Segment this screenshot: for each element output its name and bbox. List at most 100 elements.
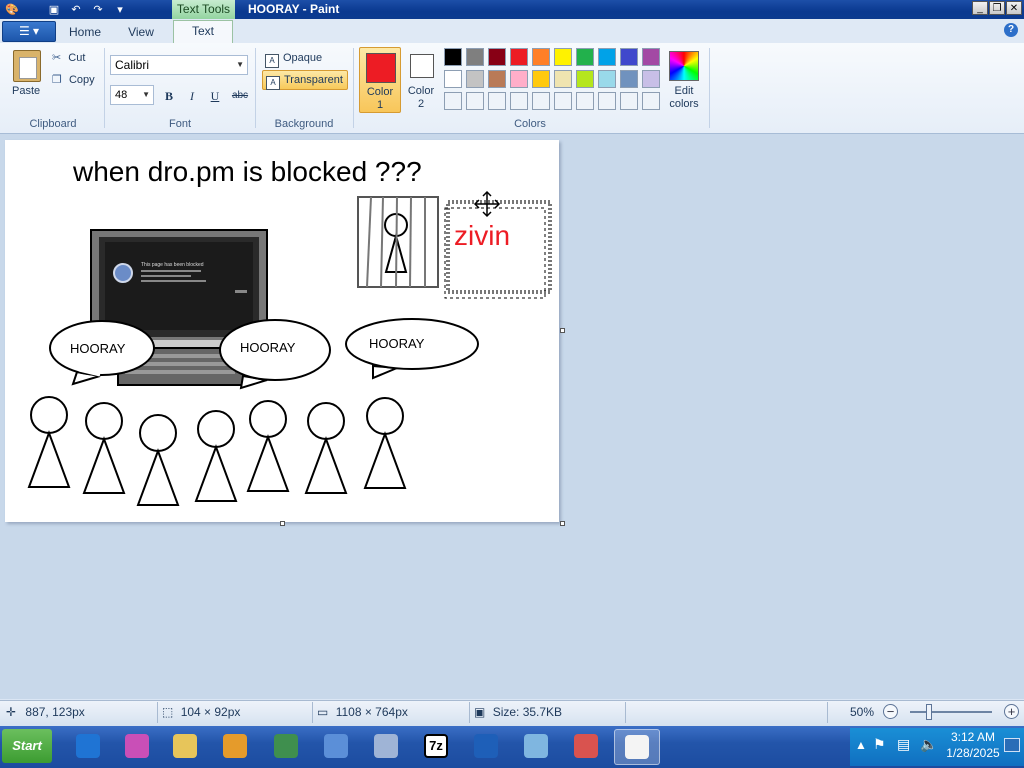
volume-muted-icon[interactable]: 🔈 (920, 736, 937, 753)
palette-empty-swatch[interactable] (642, 92, 660, 110)
cut-button[interactable]: ✂ Cut (52, 51, 85, 64)
palette-color-swatch[interactable] (466, 70, 484, 88)
window-controls: _ ❐ ✕ (972, 1, 1022, 15)
flag-icon[interactable]: ⚑ (873, 736, 886, 753)
clock-date[interactable]: 1/28/2025 (944, 746, 1002, 760)
font-size-dropdown[interactable]: 48 ▼ (110, 85, 154, 105)
palette-empty-swatch[interactable] (466, 92, 484, 110)
taskbar-button[interactable] (264, 729, 308, 763)
paste-icon[interactable] (13, 50, 41, 82)
palette-color-swatch[interactable] (532, 70, 550, 88)
help-icon[interactable]: ? (1004, 23, 1018, 37)
drawing-canvas[interactable]: when dro.pm is blocked ??? This page has… (5, 140, 565, 526)
network-icon[interactable]: ▤ (897, 736, 910, 753)
palette-empty-swatch[interactable] (576, 92, 594, 110)
minimize-button[interactable]: _ (972, 1, 988, 15)
palette-empty-swatch[interactable] (488, 92, 506, 110)
palette-color-swatch[interactable] (620, 48, 638, 66)
edit-colors-icon[interactable] (669, 51, 699, 81)
tab-view[interactable]: View (115, 22, 167, 43)
clipboard-group-label: Clipboard (29, 118, 77, 130)
palette-color-swatch[interactable] (554, 48, 572, 66)
palette-empty-swatch[interactable] (510, 92, 528, 110)
palette-color-swatch[interactable] (642, 48, 660, 66)
palette-empty-swatch[interactable] (532, 92, 550, 110)
taskbar-button[interactable] (115, 729, 159, 763)
palette-empty-swatch[interactable] (620, 92, 638, 110)
save-icon: ▣ (474, 705, 486, 719)
palette-color-swatch[interactable] (444, 70, 462, 88)
font-size-value: 48 (115, 89, 128, 101)
palette-color-swatch[interactable] (598, 48, 616, 66)
zoom-in-button[interactable]: + (1004, 704, 1019, 719)
palette-color-swatch[interactable] (532, 48, 550, 66)
save-icon[interactable]: ▣ (44, 2, 64, 18)
palette-color-swatch[interactable] (554, 70, 572, 88)
qat-dropdown-icon[interactable]: ▾ (110, 2, 130, 18)
resize-handle-bottom[interactable] (280, 521, 285, 526)
speech-bubble-3: HOORAY (345, 318, 479, 380)
resize-handle-corner[interactable] (560, 521, 565, 526)
palette-color-swatch[interactable] (466, 48, 484, 66)
strikethrough-button[interactable]: abc (227, 85, 253, 105)
palette-color-swatch[interactable] (510, 70, 528, 88)
undo-icon[interactable]: ↶ (66, 2, 86, 18)
paint-menu-button[interactable]: ☰ ▾ (2, 21, 56, 42)
zoom-out-button[interactable]: − (883, 704, 898, 719)
palette-color-swatch[interactable] (510, 48, 528, 66)
taskbar-button[interactable] (514, 729, 558, 763)
tab-home[interactable]: Home (60, 22, 110, 43)
close-button[interactable]: ✕ (1006, 1, 1022, 15)
taskbar-button[interactable] (163, 729, 207, 763)
taskbar-button[interactable] (213, 729, 257, 763)
zoom-slider-track[interactable] (910, 711, 992, 713)
italic-button[interactable]: I (181, 85, 203, 105)
palette-empty-swatch[interactable] (598, 92, 616, 110)
edit-colors-button[interactable]: Edit colors (662, 85, 706, 111)
background-group-label: Background (274, 118, 334, 130)
palette-empty-swatch[interactable] (444, 92, 462, 110)
tab-text[interactable]: Text (173, 20, 233, 45)
show-desktop-icon[interactable] (1004, 738, 1020, 752)
palette-color-swatch[interactable] (598, 70, 616, 88)
font-family-dropdown[interactable]: Calibri ▼ (110, 55, 248, 75)
taskbar-button[interactable] (614, 729, 660, 765)
palette-color-swatch[interactable] (444, 48, 462, 66)
color1-button[interactable]: Color 1 (359, 47, 401, 113)
underline-button[interactable]: U (204, 85, 226, 105)
paste-button[interactable]: Paste (12, 85, 40, 97)
taskbar-button[interactable] (564, 729, 608, 763)
taskbar-button[interactable] (314, 729, 358, 763)
palette-color-swatch[interactable] (576, 70, 594, 88)
opaque-button[interactable]: A Opaque (262, 49, 348, 68)
palette-color-swatch[interactable] (620, 70, 638, 88)
palette-color-swatch[interactable] (488, 48, 506, 66)
taskbar-button[interactable] (66, 729, 110, 763)
restore-button[interactable]: ❐ (989, 1, 1005, 15)
taskbar-button[interactable] (464, 729, 508, 763)
transparent-button[interactable]: A Transparent (262, 70, 348, 90)
taskbar-button[interactable]: 7z (414, 729, 458, 763)
palette-color-swatch[interactable] (488, 70, 506, 88)
jail-drawing (357, 196, 439, 288)
bold-button[interactable]: B (158, 85, 180, 105)
cut-label: Cut (68, 52, 86, 64)
copy-button[interactable]: ❐ Copy (52, 73, 95, 86)
zoom-slider-thumb[interactable] (926, 704, 932, 720)
resize-handle-right[interactable] (560, 328, 565, 333)
palette-color-swatch[interactable] (642, 70, 660, 88)
clock-time[interactable]: 3:12 AM (948, 730, 998, 744)
paint-app-icon[interactable]: 🎨 (2, 2, 22, 18)
palette-color-swatch[interactable] (576, 48, 594, 66)
window-title: HOORAY - Paint (248, 2, 340, 16)
taskbar-button[interactable] (364, 729, 408, 763)
chevron-down-icon: ▼ (236, 60, 244, 69)
stick-figure (27, 396, 71, 488)
palette-empty-swatch[interactable] (554, 92, 572, 110)
color2-button[interactable] (410, 54, 434, 78)
paint-icon (625, 735, 649, 759)
redo-icon[interactable]: ↷ (88, 2, 108, 18)
start-button[interactable]: Start (2, 729, 52, 763)
stick-figure (82, 402, 126, 494)
show-hidden-icons[interactable]: ▲ (855, 738, 867, 752)
